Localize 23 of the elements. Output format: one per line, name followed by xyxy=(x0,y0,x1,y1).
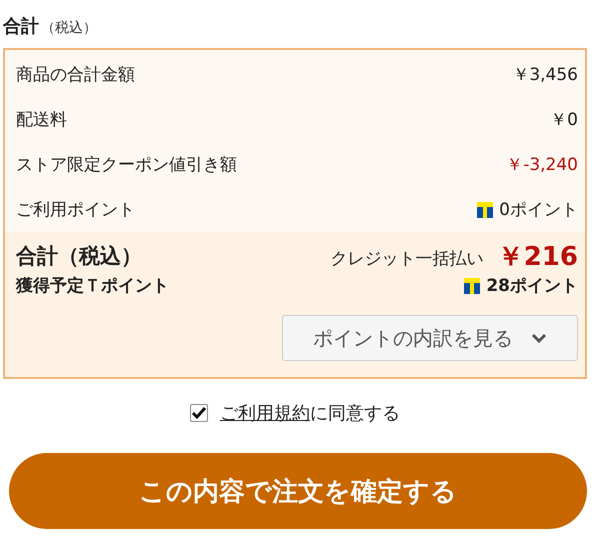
chevron-down-icon xyxy=(531,333,547,343)
payment-method: クレジット一括払い xyxy=(330,248,484,270)
agree-checkbox[interactable] xyxy=(190,404,208,422)
total-label: 合計（税込） xyxy=(16,243,142,270)
agreement-text: ご利用規約に同意する xyxy=(220,402,400,425)
confirm-order-button[interactable]: この内容で注文を確定する xyxy=(9,453,587,529)
row-label: ストア限定クーポン値引き額 xyxy=(16,154,237,176)
points-label: 獲得予定Ｔポイント xyxy=(16,275,169,297)
row-value: ￥3,456 xyxy=(512,64,578,86)
row-value: 0ポイント xyxy=(499,199,578,221)
row-value: ￥-3,240 xyxy=(506,154,578,176)
total-amount: ￥216 xyxy=(498,244,578,270)
terms-link[interactable]: ご利用規約 xyxy=(220,403,310,424)
breakdown-button[interactable]: ポイントの内訳を見る xyxy=(282,315,578,361)
row-label: 商品の合計金額 xyxy=(16,64,135,86)
section-title: 合計 xyxy=(3,15,39,38)
row-value: ￥0 xyxy=(550,109,578,131)
points-value: 28ポイント xyxy=(486,275,578,297)
row-label: 配送料 xyxy=(16,109,67,131)
t-point-icon xyxy=(464,278,480,294)
tax-note: （税込） xyxy=(41,19,97,37)
row-label: ご利用ポイント xyxy=(16,199,135,221)
t-point-icon xyxy=(477,202,494,218)
